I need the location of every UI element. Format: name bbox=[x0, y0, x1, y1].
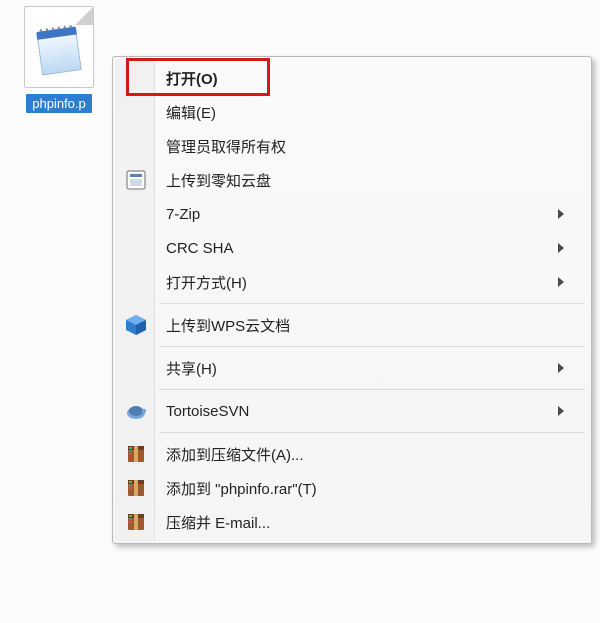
menu-upload-lingzhi[interactable]: 上传到零知云盘 bbox=[115, 163, 589, 197]
menu-rar-add-named-label: 添加到 "phpinfo.rar"(T) bbox=[166, 478, 564, 499]
menu-admin-own-label: 管理员取得所有权 bbox=[166, 136, 564, 157]
menu-tortoise-label: TortoiseSVN bbox=[166, 403, 550, 420]
menu-open-with[interactable]: 打开方式(H) bbox=[115, 265, 589, 299]
menu-crcsha-label: CRC SHA bbox=[166, 240, 550, 257]
submenu-arrow-icon bbox=[558, 209, 564, 219]
menu-rar-add-label: 添加到压缩文件(A)... bbox=[166, 444, 564, 465]
archive-icon bbox=[124, 442, 148, 466]
archive-icon bbox=[124, 476, 148, 500]
menu-open-label: 打开(O) bbox=[166, 68, 564, 89]
menu-open[interactable]: 打开(O) bbox=[115, 61, 589, 95]
menu-crcsha[interactable]: CRC SHA bbox=[115, 231, 589, 265]
menu-open-with-label: 打开方式(H) bbox=[166, 272, 550, 293]
file-thumbnail bbox=[24, 6, 94, 88]
menu-admin-own[interactable]: 管理员取得所有权 bbox=[115, 129, 589, 163]
cube-icon bbox=[124, 313, 148, 337]
desktop-area: phpinfo.p 打开(O) 编辑(E) 管理员取得所有权 上传到零知云盘 7… bbox=[0, 0, 600, 623]
submenu-arrow-icon bbox=[558, 406, 564, 416]
menu-rar-email-label: 压缩并 E-mail... bbox=[166, 512, 564, 533]
menu-share[interactable]: 共享(H) bbox=[115, 351, 589, 385]
archive-icon bbox=[124, 510, 148, 534]
menu-upload-wps[interactable]: 上传到WPS云文档 bbox=[115, 308, 589, 342]
menu-separator bbox=[159, 346, 585, 347]
menu-upload-wps-label: 上传到WPS云文档 bbox=[166, 315, 564, 336]
submenu-arrow-icon bbox=[558, 277, 564, 287]
file-item[interactable]: phpinfo.p bbox=[12, 6, 106, 113]
menu-separator bbox=[159, 389, 585, 390]
menu-edit-label: 编辑(E) bbox=[166, 102, 564, 123]
menu-separator bbox=[159, 432, 585, 433]
menu-upload-lingzhi-label: 上传到零知云盘 bbox=[166, 170, 564, 191]
menu-edit[interactable]: 编辑(E) bbox=[115, 95, 589, 129]
menu-rar-add-named[interactable]: 添加到 "phpinfo.rar"(T) bbox=[115, 471, 589, 505]
menu-7zip[interactable]: 7-Zip bbox=[115, 197, 589, 231]
context-menu: 打开(O) 编辑(E) 管理员取得所有权 上传到零知云盘 7-Zip CRC S… bbox=[112, 56, 592, 544]
menu-share-label: 共享(H) bbox=[166, 358, 550, 379]
menu-rar-email[interactable]: 压缩并 E-mail... bbox=[115, 505, 589, 539]
menu-7zip-label: 7-Zip bbox=[166, 206, 550, 223]
menu-tortoise[interactable]: TortoiseSVN bbox=[115, 394, 589, 428]
submenu-arrow-icon bbox=[558, 363, 564, 373]
menu-separator bbox=[159, 303, 585, 304]
disk-icon bbox=[124, 168, 148, 192]
submenu-arrow-icon bbox=[558, 243, 564, 253]
file-label: phpinfo.p bbox=[26, 94, 92, 113]
tortoise-icon bbox=[124, 399, 148, 423]
menu-rar-add[interactable]: 添加到压缩文件(A)... bbox=[115, 437, 589, 471]
